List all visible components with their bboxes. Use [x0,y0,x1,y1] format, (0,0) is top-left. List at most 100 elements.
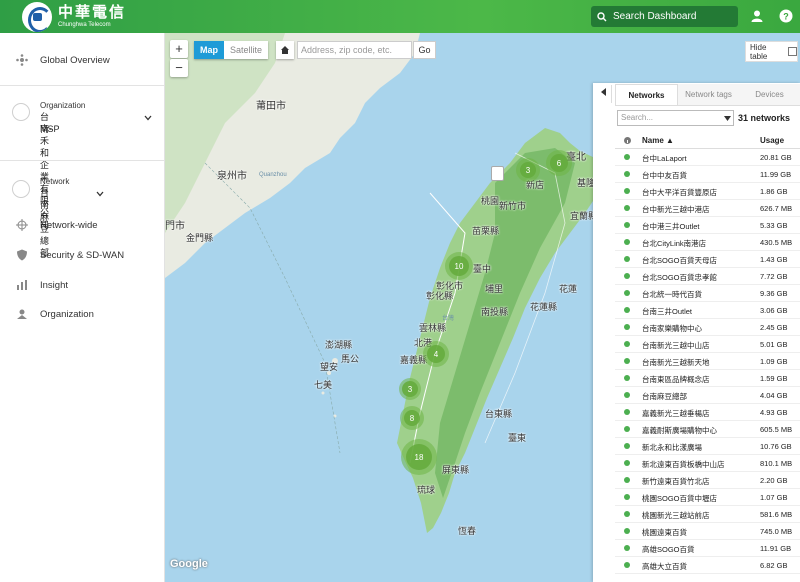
table-row[interactable]: 台南新光三越中山店 5.01 GB [615,336,800,353]
map-cluster[interactable]: 18 [401,439,437,475]
network-name-cell[interactable]: 新北永和比漾廣場 [642,442,702,453]
network-name-cell[interactable]: 高雄SOGO百貨 [642,544,695,555]
sidebar-item-organization[interactable]: Organization [16,308,94,320]
svg-text:?: ? [783,12,789,22]
status-dot-icon [624,511,630,517]
network-name-cell[interactable]: 台北CityLink南港店 [642,238,706,249]
column-header-name[interactable]: Name ▲ [642,136,674,145]
brand-logo[interactable]: 中華電信 Chunghwa Telecom [22,2,126,32]
network-name-cell[interactable]: 新竹遠東百貨竹北店 [642,476,710,487]
map-cluster[interactable]: 3 [516,158,540,182]
table-row[interactable]: 嘉義新光三越垂楊店 4.93 GB [615,404,800,421]
go-button[interactable]: Go [413,41,436,59]
network-usage-cell: 1.86 GB [760,187,788,196]
network-name-cell[interactable]: 台南東區品牌概念店 [642,374,710,385]
home-button[interactable] [276,41,294,59]
status-dot-icon [624,460,630,466]
column-header-usage[interactable]: Usage [760,136,784,145]
search-dashboard-label: Search Dashboard [613,11,697,22]
search-dashboard-button[interactable]: Search Dashboard [591,6,738,27]
map-type-satellite-button[interactable]: Satellite [224,41,269,59]
table-row[interactable]: 台南家樂購物中心 2.45 GB [615,319,800,336]
network-name-cell[interactable]: 台中港三井Outlet [642,221,700,232]
hide-table-toggle[interactable]: Hide table [745,41,798,62]
network-name-cell[interactable]: 台南三井Outlet [642,306,692,317]
network-name-cell[interactable]: 台中LaLaport [642,153,687,164]
table-row[interactable]: 台北SOGO百貨天母店 1.43 GB [615,251,800,268]
status-dot-icon [624,443,630,449]
table-row[interactable]: 新北遠東百貨板橋中山店 810.1 MB [615,455,800,472]
table-row[interactable]: 新北永和比漾廣場 10.76 GB [615,438,800,455]
network-usage-cell: 745.0 MB [760,527,793,536]
table-row[interactable]: 台中中友百貨 11.99 GB [615,166,800,183]
table-row[interactable]: 台中大平洋百貨豐原店 1.86 GB [615,183,800,200]
network-name-cell[interactable]: 台中中友百貨 [642,170,687,181]
table-row[interactable]: 高雄SOGO百貨 11.91 GB [615,540,800,557]
organization-name-2: MSP [40,124,60,134]
table-row[interactable]: 台中港三井Outlet 5.33 GB [615,217,800,234]
network-usage-cell: 2.20 GB [760,476,788,485]
network-name-cell[interactable]: 台南新光三越新天地 [642,357,710,368]
network-name-cell[interactable]: 嘉義新光三越垂楊店 [642,408,710,419]
user-icon[interactable] [750,9,764,23]
network-name-cell[interactable]: 高雄大立百貨 [642,561,687,572]
network-name-cell[interactable]: 嘉義耐斯廣場購物中心 [642,425,717,436]
table-row[interactable]: 桃園新光三越站前店 581.6 MB [615,506,800,523]
table-row[interactable]: 桃園SOGO百貨中壢店 1.07 GB [615,489,800,506]
zoom-out-button[interactable]: − [170,59,188,77]
tab-devices[interactable]: Devices [739,84,800,105]
tab-networks[interactable]: Networks [615,84,678,105]
hide-table-checkbox[interactable] [788,47,797,56]
table-row[interactable]: 台南新光三越新天地 1.09 GB [615,353,800,370]
map-marker-icon[interactable] [491,166,504,181]
table-row[interactable]: 台中LaLaport 20.81 GB [615,149,800,166]
zoom-in-button[interactable]: + [170,40,188,58]
table-row[interactable]: 台南麻豆總部 4.04 GB [615,387,800,404]
network-name-cell[interactable]: 新北遠東百貨板橋中山店 [642,459,725,470]
map-label-taoyuan: 桃園 [481,196,500,206]
network-name-cell[interactable]: 台北統一時代百貨 [642,289,702,300]
network-name-cell[interactable]: 桃園SOGO百貨中壢店 [642,493,717,504]
network-name-cell[interactable]: 台北SOGO百貨天母店 [642,255,717,266]
map-cluster[interactable]: 10 [445,252,473,280]
map-cluster[interactable]: 6 [546,150,572,176]
network-name-cell[interactable]: 桃園新光三越站前店 [642,510,710,521]
network-name-cell[interactable]: 桃園遠東百貨 [642,527,687,538]
sidebar-item-network-wide[interactable]: Network-wide [16,219,98,231]
map-cluster[interactable]: 8 [400,406,424,430]
table-row[interactable]: 新竹遠東百貨竹北店 2.20 GB [615,472,800,489]
table-row[interactable]: 台北統一時代百貨 9.36 GB [615,285,800,302]
network-name-cell[interactable]: 台北SOGO百貨忠孝館 [642,272,717,283]
help-icon[interactable]: ? [779,9,793,23]
network-name-cell[interactable]: 台南家樂購物中心 [642,323,702,334]
status-dot-icon [624,324,630,330]
map-label-penghu: 澎湖縣 [325,340,353,350]
table-row[interactable]: 台北SOGO百貨忠孝館 7.72 GB [615,268,800,285]
tab-network-tags[interactable]: Network tags [678,84,739,105]
network-name-cell[interactable]: 台南麻豆總部 [642,391,687,402]
sidebar-item-insight[interactable]: Insight [16,279,68,291]
collapse-panel-button[interactable] [596,85,612,103]
building-icon [16,308,28,320]
table-row[interactable]: 台南三井Outlet 3.06 GB [615,302,800,319]
chevron-down-icon [96,191,104,197]
network-name-cell[interactable]: 台中新光三越中港店 [642,204,710,215]
table-row[interactable]: 台北CityLink南港店 430.5 MB [615,234,800,251]
table-row[interactable]: 台南東區品牌概念店 1.59 GB [615,370,800,387]
status-dot-icon [624,171,630,177]
address-search-input[interactable]: Address, zip code, etc. [297,41,412,59]
map-cluster[interactable]: 3 [399,378,421,400]
network-search-input[interactable]: Search... [617,110,734,126]
google-logo: Google [170,558,208,570]
table-row[interactable]: 高雄大立百貨 6.82 GB [615,557,800,574]
table-row[interactable]: 台中新光三越中港店 626.7 MB [615,200,800,217]
network-name-cell[interactable]: 台南新光三越中山店 [642,340,710,351]
network-name-cell[interactable]: 台中大平洋百貨豐原店 [642,187,717,198]
table-row[interactable]: 桃園遠東百貨 745.0 MB [615,523,800,540]
map-cluster-count: 3 [402,381,418,397]
sidebar-item-global-overview[interactable]: Global Overview [16,54,110,66]
table-row[interactable]: 嘉義耐斯廣場購物中心 605.5 MB [615,421,800,438]
map-type-map-button[interactable]: Map [194,41,224,59]
map-cluster[interactable]: 4 [423,341,449,367]
sidebar-item-security-sdwan[interactable]: Security & SD-WAN [16,249,124,261]
